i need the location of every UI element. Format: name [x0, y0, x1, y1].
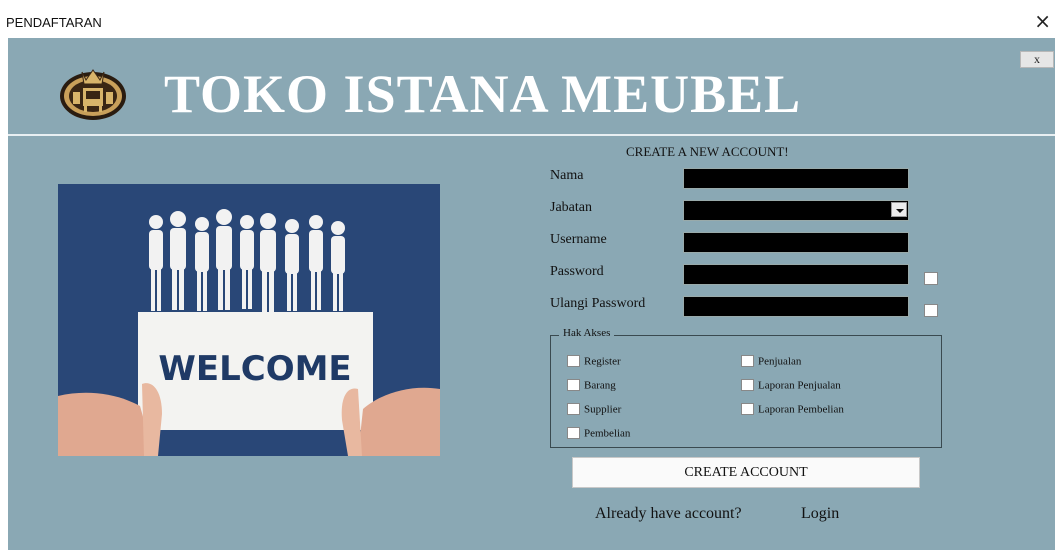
checkbox-supplier[interactable]: Supplier: [567, 403, 621, 419]
checkbox-laporan-pembelian[interactable]: Laporan Pembelian: [741, 403, 844, 419]
login-link[interactable]: Login: [801, 505, 839, 523]
checkbox-box[interactable]: [741, 355, 754, 368]
jabatan-select[interactable]: [683, 200, 909, 221]
checkbox-box[interactable]: [567, 403, 580, 416]
hak-akses-group: Hak Akses Register Barang Supplier Pembe…: [550, 327, 942, 448]
checkbox-barang[interactable]: Barang: [567, 379, 616, 395]
close-button[interactable]: x: [1020, 51, 1054, 68]
username-label: Username: [550, 232, 607, 247]
checkbox-label: Barang: [584, 379, 616, 392]
password-label: Password: [550, 264, 604, 279]
checkbox-label: Laporan Penjualan: [758, 379, 841, 392]
welcome-people-photo: WELCOME: [58, 184, 440, 456]
create-account-heading: CREATE A NEW ACCOUNT!: [626, 144, 789, 159]
welcome-text: WELCOME: [158, 349, 351, 389]
header-divider: [8, 134, 1055, 136]
checkbox-laporan-penjualan[interactable]: Laporan Penjualan: [741, 379, 841, 395]
username-input[interactable]: [683, 232, 909, 253]
checkbox-box[interactable]: [741, 403, 754, 416]
ulangi-password-label: Ulangi Password: [550, 296, 646, 311]
window-close-icon[interactable]: ×: [1034, 9, 1051, 33]
nama-input[interactable]: [683, 168, 909, 189]
checkbox-label: Supplier: [584, 403, 622, 416]
registration-form: x TOKO ISTANA MEUBEL WELCOME CREATE A NE…: [8, 38, 1055, 550]
checkbox-box[interactable]: [567, 355, 580, 368]
window-titlebar: PENDAFTARAN ×: [0, 0, 1055, 38]
ulangi-password-input[interactable]: [683, 296, 909, 317]
password-input[interactable]: [683, 264, 909, 285]
nama-label: Nama: [550, 168, 584, 183]
checkbox-label: Register: [584, 355, 621, 368]
checkbox-pembelian[interactable]: Pembelian: [567, 427, 630, 443]
checkbox-penjualan[interactable]: Penjualan: [741, 355, 801, 371]
show-ulangi-password-checkbox[interactable]: [924, 304, 938, 317]
chevron-down-icon[interactable]: [891, 202, 907, 217]
jabatan-dropdown[interactable]: [889, 200, 909, 221]
checkbox-box[interactable]: [567, 379, 580, 392]
checkbox-label: Laporan Pembelian: [758, 403, 844, 416]
create-account-button[interactable]: CREATE ACCOUNT: [572, 457, 920, 488]
checkbox-box[interactable]: [567, 427, 580, 440]
checkbox-box[interactable]: [741, 379, 754, 392]
hak-akses-legend: Hak Akses: [559, 327, 615, 339]
brand-title: TOKO ISTANA MEUBEL: [164, 64, 802, 124]
checkbox-register[interactable]: Register: [567, 355, 621, 371]
already-have-account-text: Already have account?: [595, 505, 742, 522]
window-title: PENDAFTARAN: [6, 15, 102, 30]
checkbox-label: Pembelian: [584, 427, 631, 440]
show-password-checkbox[interactable]: [924, 272, 938, 285]
jabatan-label: Jabatan: [550, 200, 592, 215]
checkbox-label: Penjualan: [758, 355, 802, 368]
crown-furniture-logo-icon: [60, 69, 126, 120]
